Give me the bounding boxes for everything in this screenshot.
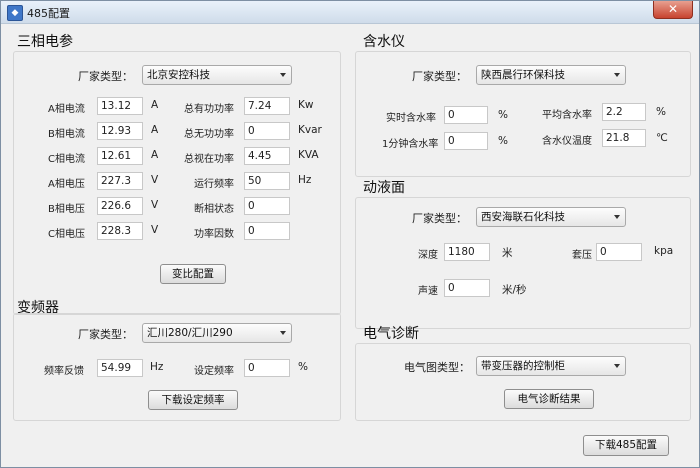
chevron-down-icon (280, 73, 286, 77)
electric-type-label: 电气图类型： (404, 361, 470, 374)
ratio-config-button[interactable]: 变比配置 (160, 264, 226, 284)
label-phase-break-status: 断相状态 (194, 204, 234, 215)
label-a-current: A相电流 (48, 104, 85, 115)
unit-average-water-cut: % (656, 106, 666, 118)
a-current-field[interactable]: 13.12 (97, 97, 143, 115)
meter-temperature-field[interactable]: 21.8 (602, 129, 646, 147)
label-depth: 深度 (418, 250, 438, 261)
unit-frequency-feedback: Hz (150, 361, 164, 373)
three-phase-vendor-label: 厂家类型： (78, 70, 133, 83)
unit-b-voltage: V (151, 199, 159, 211)
label-casing-pressure: 套压 (572, 250, 592, 261)
frequency-feedback-field[interactable]: 54.99 (97, 359, 143, 377)
label-total-active-power: 总有功功率 (184, 104, 234, 115)
set-frequency-field[interactable]: 0 (244, 359, 290, 377)
chevron-down-icon (614, 73, 620, 77)
three-phase-group: 厂家类型： 北京安控科技 A相电流 13.12 A B相电流 12.93 A C… (13, 51, 341, 315)
unit-depth: 米 (502, 247, 513, 259)
water-vendor-label: 厂家类型： (412, 70, 467, 83)
app-icon: ◆ (7, 5, 23, 21)
total-active-power-field[interactable]: 7.24 (244, 97, 290, 115)
sound-speed-field[interactable]: 0 (444, 279, 490, 297)
total-reactive-power-field[interactable]: 0 (244, 122, 290, 140)
close-icon[interactable]: ✕ (653, 1, 693, 19)
inverter-vendor-select[interactable]: 汇川280/汇川290 (142, 323, 292, 343)
unit-total-reactive-power: Kvar (298, 124, 322, 136)
three-phase-title: 三相电参 (17, 34, 73, 50)
unit-minute-water-cut: % (498, 135, 508, 147)
label-total-apparent-power: 总视在功率 (184, 154, 234, 165)
client-area: 三相电参 厂家类型： 北京安控科技 A相电流 13.12 A B相电流 12.9… (5, 25, 695, 463)
unit-set-frequency: % (298, 361, 308, 373)
label-frequency-feedback: 频率反馈 (44, 366, 84, 377)
label-b-current: B相电流 (48, 129, 85, 140)
casing-pressure-field[interactable]: 0 (596, 243, 642, 261)
label-meter-temperature: 含水仪温度 (542, 136, 592, 147)
config-window: ◆ 485配置 ✕ 三相电参 厂家类型： 北京安控科技 A相电流 13.12 A… (0, 0, 700, 468)
electric-diagnosis-title: 电气诊断 (363, 326, 419, 342)
label-average-water-cut: 平均含水率 (542, 110, 592, 121)
label-a-voltage: A相电压 (48, 179, 85, 190)
label-b-voltage: B相电压 (48, 204, 85, 215)
c-current-field[interactable]: 12.61 (97, 147, 143, 165)
download-set-frequency-button[interactable]: 下载设定频率 (148, 390, 238, 410)
water-vendor-select[interactable]: 陕西晨行环保科技 (476, 65, 626, 85)
unit-meter-temperature: ℃ (656, 132, 668, 144)
inverter-vendor-label: 厂家类型： (78, 328, 133, 341)
unit-b-current: A (151, 124, 159, 136)
unit-total-apparent-power: KVA (298, 149, 319, 161)
label-run-frequency: 运行频率 (194, 179, 234, 190)
three-phase-vendor-select[interactable]: 北京安控科技 (142, 65, 292, 85)
average-water-cut-field[interactable]: 2.2 (602, 103, 646, 121)
chevron-down-icon (280, 331, 286, 335)
fluid-level-title: 动液面 (363, 180, 405, 196)
title-bar: ◆ 485配置 ✕ (1, 1, 699, 24)
label-minute-water-cut: 1分钟含水率 (382, 139, 439, 150)
label-c-voltage: C相电压 (48, 229, 85, 240)
fluid-level-group: 厂家类型： 西安海联石化科技 深度 1180 米 套压 0 kpa 声速 0 米… (355, 197, 691, 329)
b-voltage-field[interactable]: 226.6 (97, 197, 143, 215)
phase-break-status-field[interactable]: 0 (244, 197, 290, 215)
power-factor-field[interactable]: 0 (244, 222, 290, 240)
run-frequency-field[interactable]: 50 (244, 172, 290, 190)
electric-diagnosis-group: 电气图类型： 带变压器的控制柜 电气诊断结果 (355, 343, 691, 421)
electric-diagnosis-result-button[interactable]: 电气诊断结果 (504, 389, 594, 409)
label-power-factor: 功率因数 (194, 229, 234, 240)
label-sound-speed: 声速 (418, 286, 438, 297)
window-title: 485配置 (27, 7, 70, 20)
fluid-vendor-select[interactable]: 西安海联石化科技 (476, 207, 626, 227)
a-voltage-field[interactable]: 227.3 (97, 172, 143, 190)
unit-c-voltage: V (151, 224, 159, 236)
total-apparent-power-field[interactable]: 4.45 (244, 147, 290, 165)
label-set-frequency: 设定频率 (194, 366, 234, 377)
b-current-field[interactable]: 12.93 (97, 122, 143, 140)
water-meter-group: 厂家类型： 陕西晨行环保科技 实时含水率 0 % 1分钟含水率 0 % 平均含水… (355, 51, 691, 177)
unit-run-frequency: Hz (298, 174, 312, 186)
realtime-water-cut-field[interactable]: 0 (444, 106, 488, 124)
unit-total-active-power: Kw (298, 99, 314, 111)
fluid-vendor-label: 厂家类型： (412, 212, 467, 225)
c-voltage-field[interactable]: 228.3 (97, 222, 143, 240)
water-meter-title: 含水仪 (363, 34, 405, 50)
download-485-config-button[interactable]: 下载485配置 (583, 435, 669, 456)
inverter-group: 厂家类型： 汇川280/汇川290 频率反馈 54.99 Hz 设定频率 0 %… (13, 313, 341, 421)
minute-water-cut-field[interactable]: 0 (444, 132, 488, 150)
unit-a-current: A (151, 99, 159, 111)
unit-realtime-water-cut: % (498, 109, 508, 121)
chevron-down-icon (614, 364, 620, 368)
unit-casing-pressure: kpa (654, 245, 674, 257)
depth-field[interactable]: 1180 (444, 243, 490, 261)
unit-sound-speed: 米/秒 (502, 284, 527, 296)
chevron-down-icon (614, 215, 620, 219)
label-total-reactive-power: 总无功功率 (184, 129, 234, 140)
label-c-current: C相电流 (48, 154, 85, 165)
unit-a-voltage: V (151, 174, 159, 186)
label-realtime-water-cut: 实时含水率 (386, 113, 436, 124)
electric-type-select[interactable]: 带变压器的控制柜 (476, 356, 626, 376)
unit-c-current: A (151, 149, 159, 161)
